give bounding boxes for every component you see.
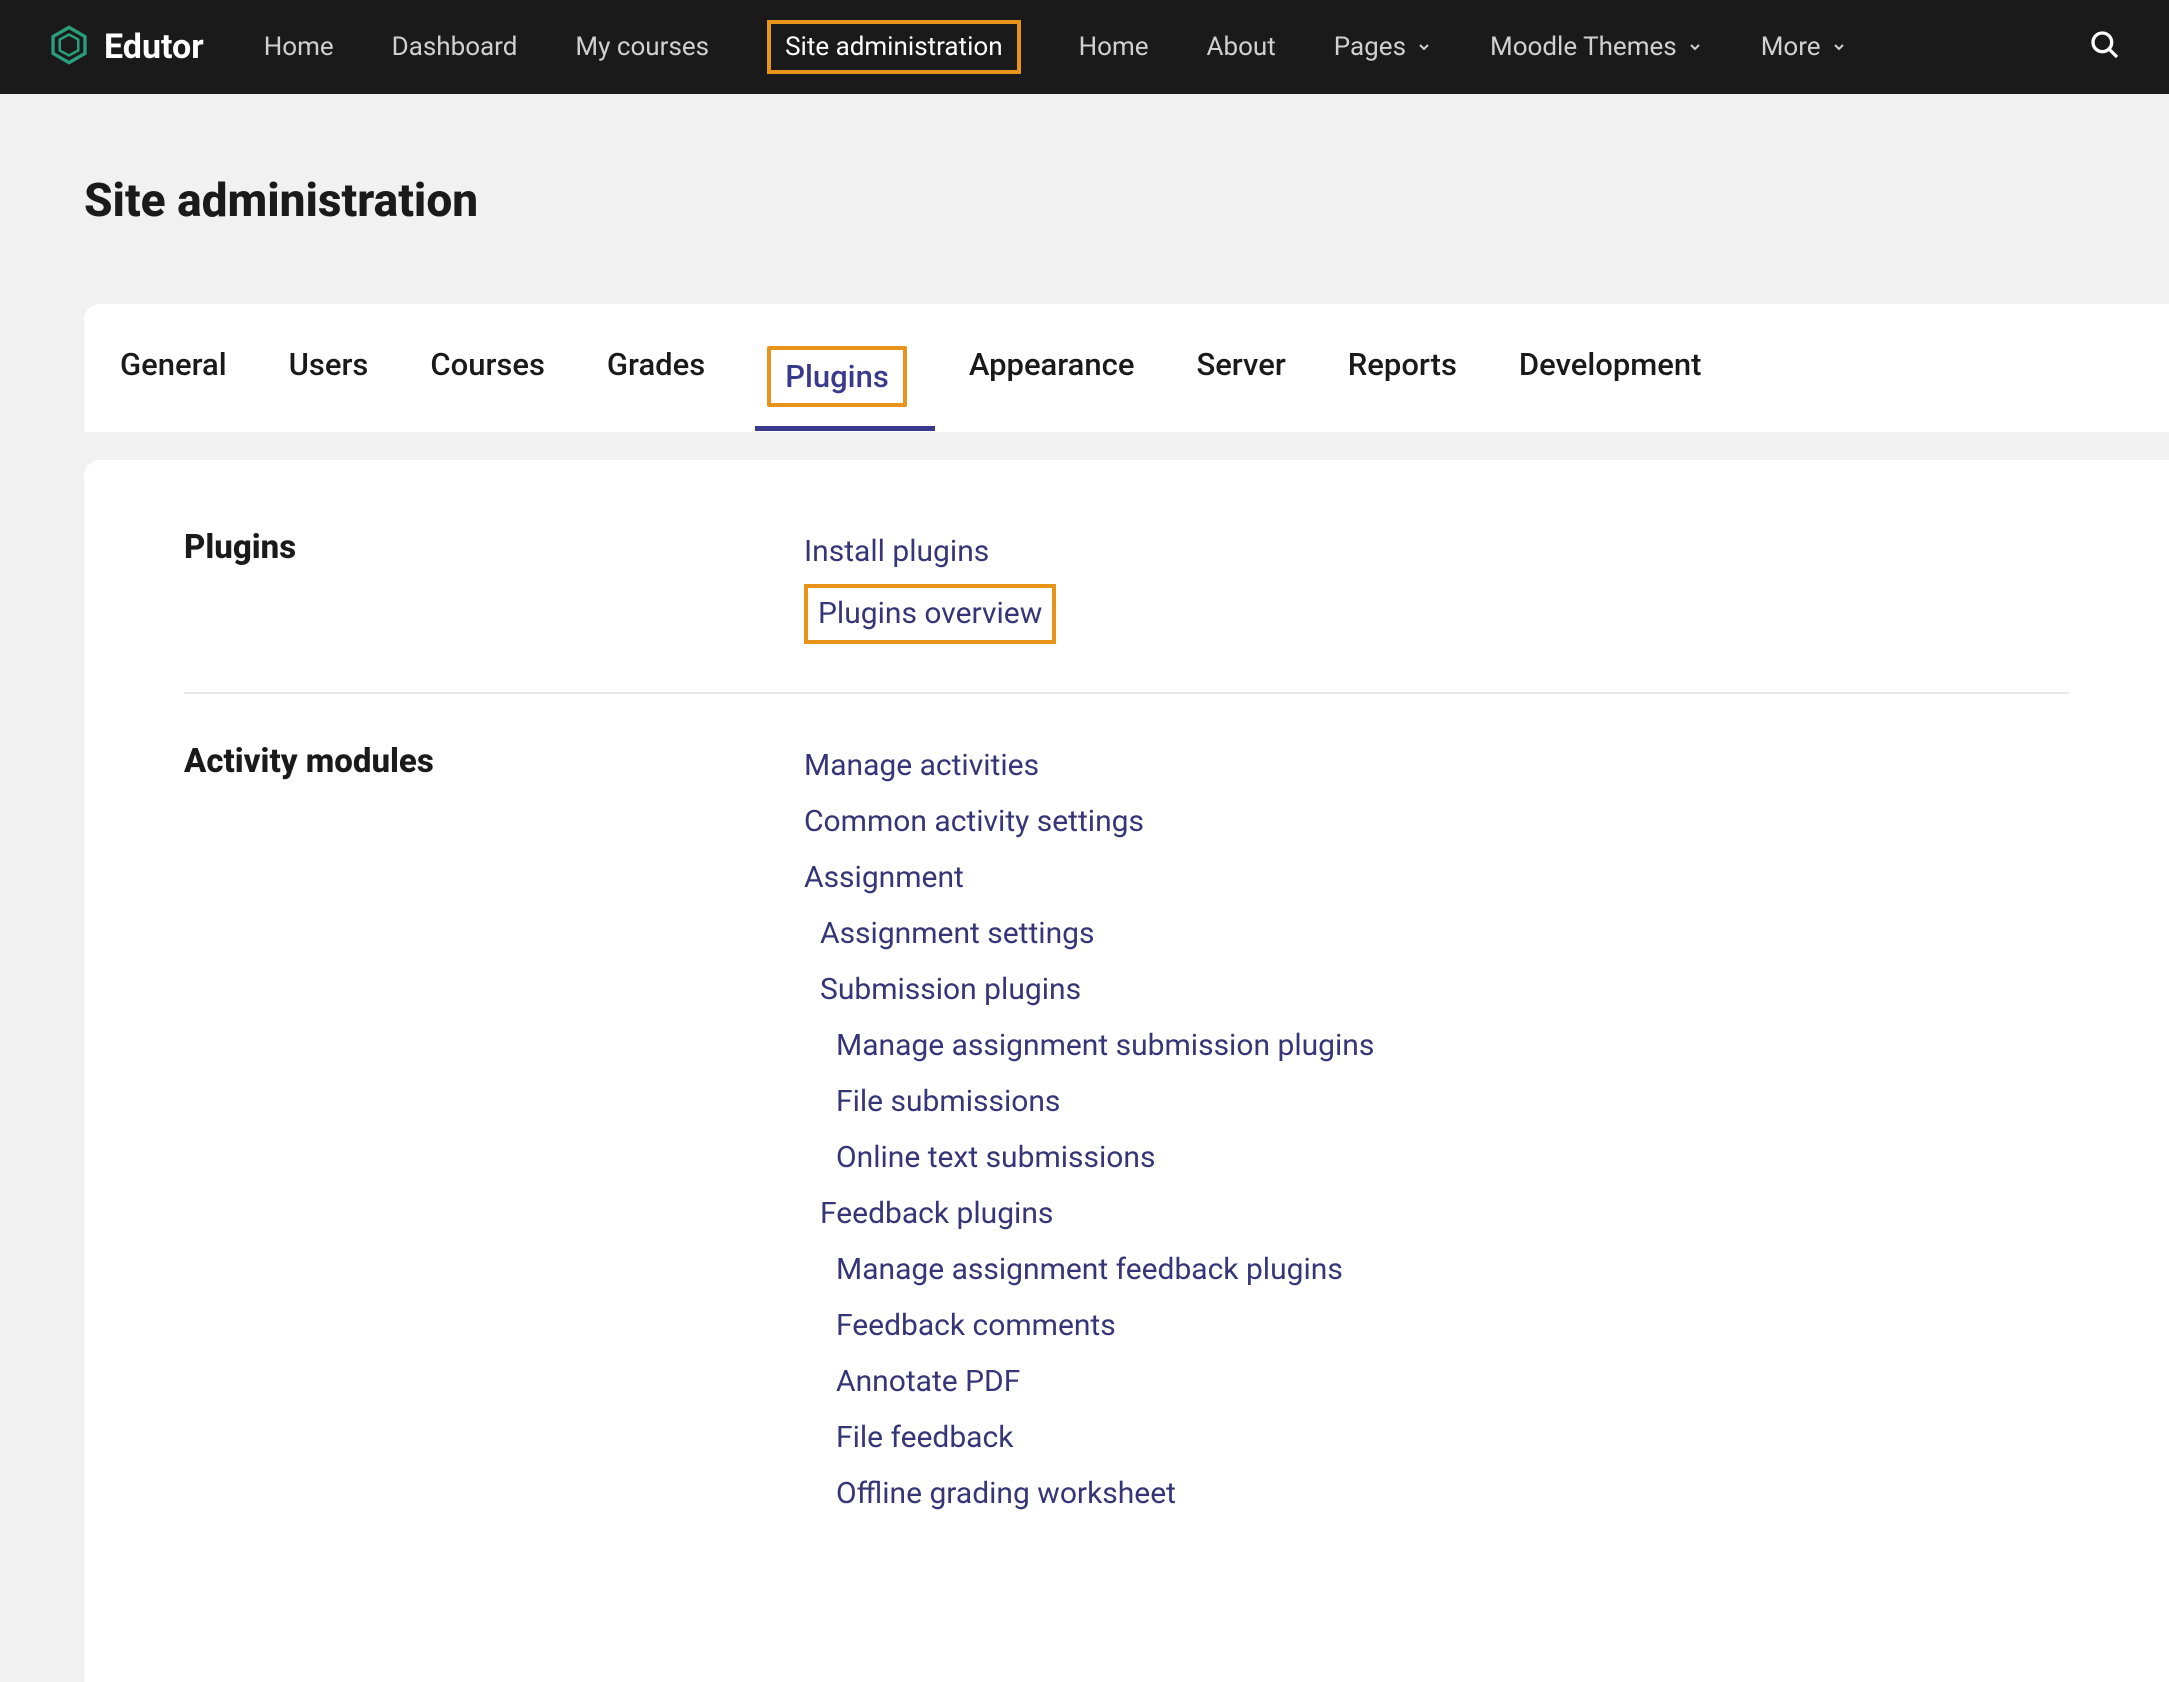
tab-users[interactable]: Users <box>289 346 369 431</box>
nav-item-label: More <box>1761 32 1821 62</box>
header: Edutor Home Dashboard My courses Site admin… <box>0 0 2169 94</box>
link-manage-assignment-submission-plugins[interactable]: Manage assignment submission plugins <box>804 1022 1374 1070</box>
nav-item-site-administration[interactable]: Site administration <box>767 20 1021 74</box>
section-plugins: PluginsInstall plugins Plugins overview <box>184 528 2069 694</box>
chevron-down-icon <box>1831 39 1847 55</box>
tab-development[interactable]: Development <box>1519 346 1702 431</box>
tab-server[interactable]: Server <box>1196 346 1285 431</box>
link-manage-activities[interactable]: Manage activities <box>804 742 1374 790</box>
nav-item-label: Moodle Themes <box>1490 32 1677 62</box>
page-title: Site administration <box>84 174 2169 228</box>
search-button[interactable] <box>2089 29 2121 65</box>
link-assignment[interactable]: Assignment <box>804 854 1374 902</box>
search-icon <box>2089 29 2121 61</box>
chevron-down-icon <box>1687 39 1703 55</box>
tabs-container: General Users Courses Grades Plugins Appearan… <box>84 304 2169 432</box>
chevron-down-icon <box>1416 39 1432 55</box>
link-online-text-submissions[interactable]: Online text submissions <box>804 1134 1374 1182</box>
link-offline-grading-worksheet[interactable]: Offline grading worksheet <box>804 1470 1374 1518</box>
link-feedback-plugins[interactable]: Feedback plugins <box>804 1190 1374 1238</box>
nav-item-label: Site administration <box>785 32 1003 62</box>
nav-item-more[interactable]: More <box>1761 22 1847 72</box>
link-assignment-settings[interactable]: Assignment settings <box>804 910 1374 958</box>
nav: Home Dashboard My courses Site administrati… <box>264 20 2089 74</box>
nav-item-label: Home <box>264 32 334 62</box>
tab-grades[interactable]: Grades <box>607 346 705 431</box>
logo-icon <box>48 24 90 70</box>
nav-item-pages[interactable]: Pages <box>1334 22 1432 72</box>
nav-item-home[interactable]: Home <box>264 22 334 72</box>
link-common-activity-settings[interactable]: Common activity settings <box>804 798 1374 846</box>
link-file-feedback[interactable]: File feedback <box>804 1414 1374 1462</box>
tab-plugins[interactable]: Plugins <box>767 346 907 407</box>
nav-item-label: Pages <box>1334 32 1406 62</box>
link-annotate-pdf[interactable]: Annotate PDF <box>804 1358 1374 1406</box>
section-activity-modules: Activity modulesManage activities Common … <box>184 742 2069 1566</box>
link-plugins-overview[interactable]: Plugins overview <box>804 584 1056 644</box>
link-install-plugins[interactable]: Install plugins <box>804 528 1056 576</box>
link-file-submissions[interactable]: File submissions <box>804 1078 1374 1126</box>
tabs: General Users Courses Grades Plugins Appearan… <box>84 304 2169 432</box>
section-title: Plugins <box>184 528 804 644</box>
tab-general[interactable]: General <box>120 346 227 431</box>
nav-item-label: My courses <box>575 32 709 62</box>
logo[interactable]: Edutor <box>48 24 204 70</box>
content-body: PluginsInstall plugins Plugins overview Ac… <box>84 460 2169 1682</box>
nav-item-my-courses[interactable]: My courses <box>575 22 709 72</box>
link-submission-plugins[interactable]: Submission plugins <box>804 966 1374 1014</box>
nav-item-moodle-themes[interactable]: Moodle Themes <box>1490 22 1703 72</box>
nav-item-about[interactable]: About <box>1207 22 1276 72</box>
nav-item-dashboard[interactable]: Dashboard <box>392 22 518 72</box>
logo-text: Edutor <box>104 27 204 67</box>
nav-item-home[interactable]: Home <box>1079 22 1149 72</box>
tab-reports[interactable]: Reports <box>1348 346 1457 431</box>
section-title: Activity modules <box>184 742 804 1518</box>
tab-appearance[interactable]: Appearance <box>969 346 1135 431</box>
nav-item-label: About <box>1207 32 1276 62</box>
link-feedback-comments[interactable]: Feedback comments <box>804 1302 1374 1350</box>
link-manage-assignment-feedback-plugins[interactable]: Manage assignment feedback plugins <box>804 1246 1374 1294</box>
tab-courses[interactable]: Courses <box>430 346 545 431</box>
nav-item-label: Dashboard <box>392 32 518 62</box>
nav-item-label: Home <box>1079 32 1149 62</box>
page-content: Site administration GeneralUsersCoursesG… <box>0 94 2169 1682</box>
tab-underline <box>755 426 935 431</box>
section-links: Install plugins Plugins overview <box>804 528 1056 644</box>
section-links: Manage activities Common activity setting… <box>804 742 1374 1518</box>
